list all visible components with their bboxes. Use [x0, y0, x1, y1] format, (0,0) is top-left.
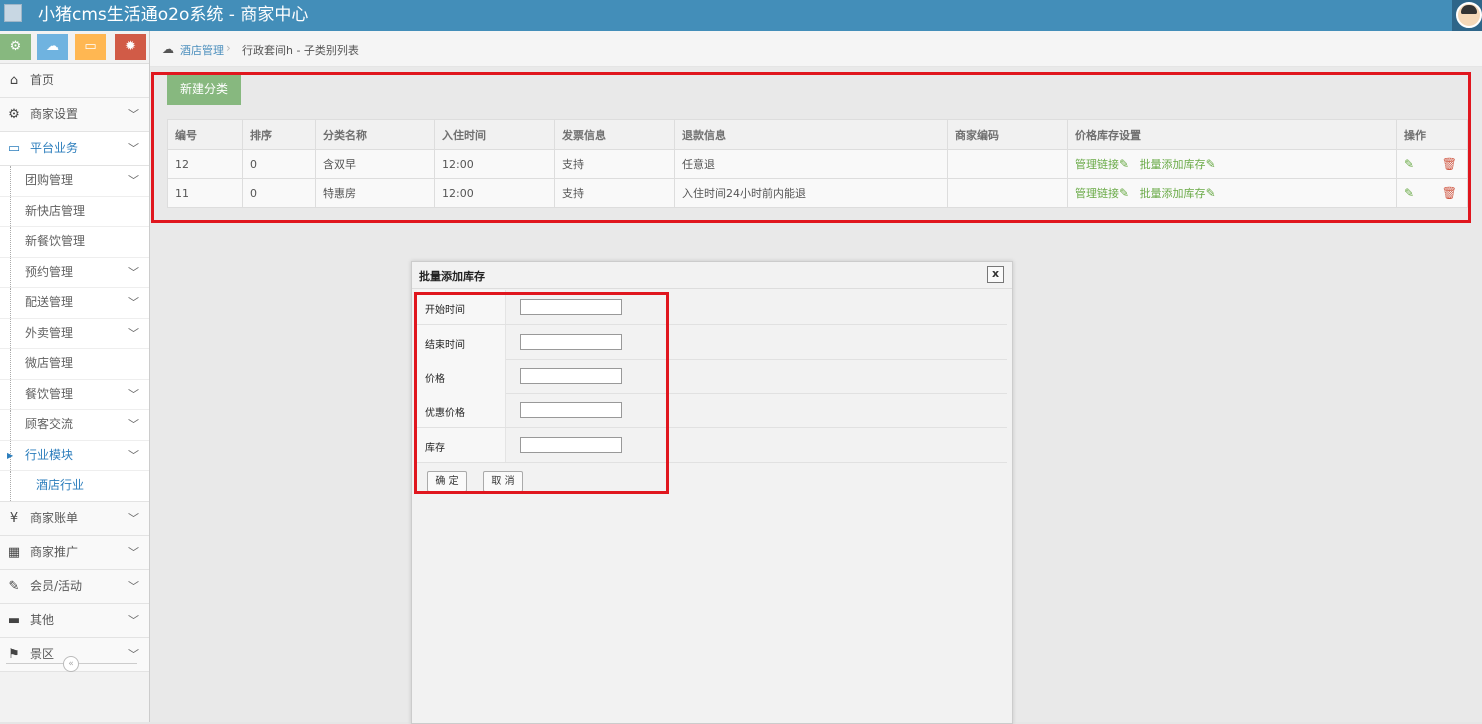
highlight-table-region: [151, 72, 1471, 223]
sitemap-icon: ☁: [46, 39, 59, 54]
chevron-down-icon: ﹀: [128, 174, 139, 187]
close-button[interactable]: x: [987, 266, 1004, 283]
home-icon: ⌂: [9, 73, 19, 88]
chevron-down-icon: ﹀: [128, 418, 139, 431]
chevron-down-icon: ﹀: [128, 579, 139, 593]
chevron-down-icon: ﹀: [128, 545, 139, 559]
sidebar: ⚙ ☁ ▭ ✹ ⌂ 首页 ⚙ 商家设置 ﹀ ▭ 平台业务 ﹀ 团购管理 ﹀ 新快店…: [0, 31, 150, 722]
gear-icon: ⚙: [8, 107, 20, 122]
sidebar-collapse: «: [0, 651, 149, 676]
breadcrumb-link-hotel[interactable]: 酒店管理: [180, 42, 224, 58]
sidebar-subitem-hotel-industry[interactable]: 酒店行业: [0, 471, 149, 502]
breadcrumb-separator: ›: [226, 41, 231, 55]
chevron-down-icon: ﹀: [128, 296, 139, 309]
magic-wand-icon: ✎: [8, 578, 20, 594]
chevron-down-icon: ﹀: [128, 613, 139, 627]
user-avatar-button[interactable]: [1452, 0, 1482, 31]
sidebar-subitem-micro-shop[interactable]: 微店管理: [0, 349, 149, 380]
briefcase-icon: ▬: [7, 612, 21, 628]
sidebar-subitem-industry-module[interactable]: ▶ 行业模块 ﹀: [0, 440, 149, 471]
collapse-sidebar-button[interactable]: «: [63, 656, 79, 672]
sidebar-item-home[interactable]: ⌂ 首页: [0, 64, 149, 98]
sidebar-subitem-catering[interactable]: 餐饮管理 ﹀: [0, 379, 149, 410]
breadcrumb: ☁ 酒店管理 › 行政套间h - 子类别列表: [150, 31, 1482, 67]
users-icon: ✹: [125, 39, 136, 54]
gear-icon: ⚙: [9, 39, 22, 54]
sidebar-subitem-group-buy[interactable]: 团购管理 ﹀: [0, 166, 149, 197]
dialog-header: 批量添加库存 x: [412, 262, 1012, 289]
shortcut-users-button[interactable]: ✹: [115, 34, 146, 60]
sidebar-subitem-booking[interactable]: 预约管理 ﹀: [0, 257, 149, 288]
sidebar-item-members[interactable]: ✎ 会员/活动 ﹀: [0, 569, 149, 604]
yen-icon: ¥: [9, 510, 19, 526]
sidebar-subitem-delivery[interactable]: 配送管理 ﹀: [0, 288, 149, 319]
sidebar-item-merchant-settings[interactable]: ⚙ 商家设置 ﹀: [0, 98, 149, 132]
sidebar-item-merchant-bill[interactable]: ¥ 商家账单 ﹀: [0, 501, 149, 536]
desktop-icon: ▭: [7, 141, 21, 156]
qrcode-icon: ▦: [7, 544, 21, 560]
chevron-down-icon: ﹀: [128, 511, 139, 525]
sidebar-subitem-takeaway[interactable]: 外卖管理 ﹀: [0, 318, 149, 349]
caret-right-icon: ▶: [7, 450, 14, 460]
sidebar-item-other[interactable]: ▬ 其他 ﹀: [0, 603, 149, 638]
shortcut-sitemap-button[interactable]: ☁: [37, 34, 68, 60]
chevron-down-icon: ﹀: [128, 326, 139, 340]
sidebar-menu: ⌂ 首页 ⚙ 商家设置 ﹀ ▭ 平台业务 ﹀ 团购管理 ﹀ 新快店管理 新餐饮管理…: [0, 64, 149, 672]
chevron-down-icon: ﹀: [128, 265, 139, 279]
chevron-down-icon: ﹀: [128, 142, 139, 155]
desktop-icon: ▭: [84, 39, 97, 54]
top-navbar: 小猪cms生活通o2o系统 - 商家中心: [0, 0, 1482, 31]
breadcrumb-current: 行政套间h - 子类别列表: [242, 44, 359, 57]
sidebar-subitem-quick-shop[interactable]: 新快店管理: [0, 196, 149, 227]
logo-image: [4, 4, 22, 22]
sitemap-icon: ☁: [162, 42, 174, 56]
sidebar-subitem-customer-chat[interactable]: 顾客交流 ﹀: [0, 410, 149, 441]
app-title: 小猪cms生活通o2o系统 - 商家中心: [38, 5, 309, 25]
highlight-form-region: [414, 292, 669, 494]
sidebar-subitem-catering-new[interactable]: 新餐饮管理: [0, 227, 149, 258]
sidebar-item-promotion[interactable]: ▦ 商家推广 ﹀: [0, 535, 149, 570]
chevron-down-icon: ﹀: [128, 108, 139, 121]
shortcut-settings-button[interactable]: ⚙: [0, 34, 31, 60]
chevron-down-icon: ﹀: [128, 448, 139, 462]
sidebar-item-platform-business[interactable]: ▭ 平台业务 ﹀: [0, 132, 149, 166]
shortcut-desktop-button[interactable]: ▭: [75, 34, 106, 60]
avatar: [1456, 2, 1482, 28]
dialog-title: 批量添加库存: [419, 270, 485, 283]
shortcut-bar: ⚙ ☁ ▭ ✹: [0, 31, 149, 64]
chevron-down-icon: ﹀: [128, 387, 139, 401]
